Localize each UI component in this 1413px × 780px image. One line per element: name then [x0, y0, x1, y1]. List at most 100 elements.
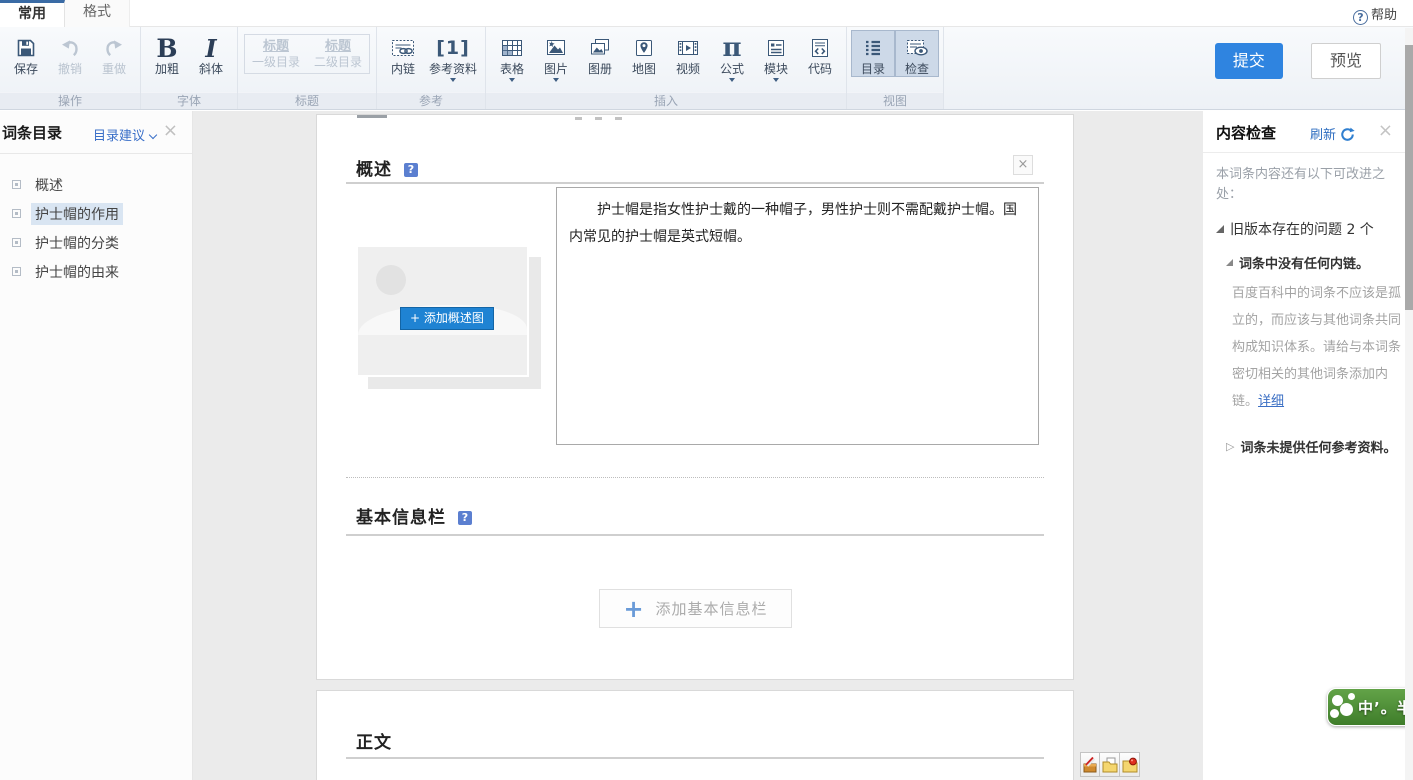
insert-image-button[interactable]: 图片 [534, 30, 578, 83]
video-icon [675, 34, 701, 62]
checker-issue-no-reference[interactable]: ▷ 词条未提供任何参考资料。 [1226, 437, 1399, 456]
toolbox-icon[interactable] [1080, 752, 1100, 777]
check-toggle-button[interactable]: 检查 [895, 30, 939, 77]
ribbon-group-label: 操作 [0, 92, 140, 109]
ime-status-badge[interactable]: 中’。半 简 [1327, 688, 1413, 726]
add-overview-image-button[interactable]: + 添加概述图 [400, 307, 494, 330]
help-icon: ? [1353, 10, 1368, 25]
ribbon-tabbar: 常用 格式 ?帮助 [0, 0, 1413, 27]
section-divider [346, 182, 1044, 184]
flower-icon [1340, 703, 1353, 716]
submit-button[interactable]: 提交 [1215, 43, 1283, 79]
preview-button[interactable]: 预览 [1311, 43, 1381, 79]
inlink-icon [390, 34, 416, 62]
plus-icon: + [623, 597, 643, 621]
check-icon [904, 34, 930, 62]
redo-icon [102, 34, 126, 62]
italic-button[interactable]: I 斜体 [189, 30, 233, 77]
ribbon-group-label: 插入 [486, 92, 846, 109]
dropdown-caret-icon [450, 78, 456, 82]
undo-button[interactable]: 撤销 [48, 30, 92, 77]
checker-body: 本词条内容还有以下可改进之处： 旧版本存在的问题 2 个 词条中没有任何内链。 … [1203, 153, 1413, 456]
entry-toc-sidebar: 词条目录 目录建议 × 概述 护士帽的作用 护士帽的分类 [0, 111, 193, 780]
formula-icon: π [723, 34, 742, 62]
ribbon-group-label: 视图 [847, 92, 943, 109]
toc-suggest-dropdown[interactable]: 目录建议 [93, 125, 156, 144]
folder-alert-icon[interactable] [1120, 752, 1140, 777]
collapsed-triangle-icon: ▷ [1226, 440, 1234, 453]
clipped-content-fragment [357, 115, 387, 118]
reference-button[interactable]: [1] 参考资料 [425, 30, 481, 83]
sidebar-close-icon[interactable]: × [163, 120, 178, 141]
dropdown-caret-icon [729, 78, 735, 82]
section-divider [346, 534, 1044, 536]
reference-icon: [1] [436, 34, 470, 62]
save-button[interactable]: 保存 [4, 30, 48, 77]
tab-common[interactable]: 常用 [0, 0, 65, 27]
overview-text-input[interactable]: 护士帽是指女性护士戴的一种帽子，男性护士则不需配戴护士帽。国内常见的护士帽是英式… [556, 187, 1039, 445]
checker-intro: 本词条内容还有以下可改进之处： [1216, 165, 1399, 205]
checker-group-old-version[interactable]: 旧版本存在的问题 2 个 [1216, 219, 1399, 239]
insert-module-button[interactable]: 模块 [754, 30, 798, 83]
image-icon [544, 34, 568, 62]
insert-table-button[interactable]: 表格 [490, 30, 534, 83]
expanded-triangle-icon [1216, 225, 1224, 233]
insert-formula-button[interactable]: π 公式 [710, 30, 754, 83]
module-icon [764, 34, 788, 62]
sidebar-item-overview[interactable]: 概述 [0, 170, 192, 199]
checker-issue-no-inlink[interactable]: 词条中没有任何内链。 [1226, 253, 1399, 272]
ribbon-group-label: 字体 [141, 92, 237, 109]
detail-link[interactable]: 详细 [1258, 394, 1284, 409]
scrollbar-thumb[interactable] [1405, 45, 1413, 310]
chevron-down-icon [149, 131, 157, 139]
square-bullet-icon [12, 238, 21, 247]
help-link[interactable]: ?帮助 [1353, 4, 1397, 25]
insert-map-button[interactable]: 地图 [622, 30, 666, 77]
body-panel: 正文 [316, 690, 1074, 780]
heading1-button[interactable]: 标题 一级目录 [245, 35, 307, 73]
bold-button[interactable]: B 加粗 [145, 30, 189, 77]
redo-button[interactable]: 重做 [92, 30, 136, 77]
overview-close-icon[interactable]: × [1013, 155, 1033, 175]
map-icon [632, 34, 656, 62]
folder-documents-icon[interactable] [1100, 752, 1120, 777]
insert-album-button[interactable]: 图册 [578, 30, 622, 77]
ribbon-group-reference: 内链 [1] 参考资料 参考 [377, 27, 486, 109]
sidebar-item-usage[interactable]: 护士帽的作用 [0, 199, 192, 228]
vertical-scrollbar[interactable] [1405, 28, 1413, 780]
heading2-button[interactable]: 标题 二级目录 [307, 35, 369, 73]
refresh-icon [1340, 127, 1355, 142]
refresh-button[interactable]: 刷新 [1310, 124, 1355, 143]
square-bullet-icon [12, 209, 21, 218]
square-bullet-icon [12, 267, 21, 276]
sidebar-title: 词条目录 [2, 122, 62, 143]
inlink-button[interactable]: 内链 [381, 30, 425, 77]
dropdown-caret-icon [509, 78, 515, 82]
tab-format[interactable]: 格式 [65, 0, 130, 27]
ime-tray [1080, 752, 1140, 777]
ribbon-group-label: 标题 [238, 92, 376, 109]
section-divider [346, 757, 1044, 759]
insert-code-button[interactable]: 代码 [798, 30, 842, 77]
insert-video-button[interactable]: 视频 [666, 30, 710, 77]
toc-toggle-button[interactable]: 目录 [851, 30, 895, 77]
basic-info-help-icon[interactable]: ? [458, 511, 472, 525]
placeholder-circle [376, 265, 406, 295]
undo-icon [58, 34, 82, 62]
bold-icon: B [156, 34, 177, 62]
editor-window: 常用 格式 ?帮助 保存 撤销 [0, 0, 1413, 780]
clipped-content-fragment [615, 117, 622, 120]
table-icon [500, 34, 524, 62]
overview-help-icon[interactable]: ? [404, 163, 418, 177]
ribbon-group-insert: 表格 图片 图册 [486, 27, 847, 109]
overview-image-placeholder: + 添加概述图 [356, 245, 541, 389]
overview-text: 护士帽是指女性护士戴的一种帽子，男性护士则不需配戴护士帽。国内常见的护士帽是英式… [569, 197, 1026, 251]
italic-icon: I [205, 34, 216, 62]
add-basic-info-button[interactable]: + 添加基本信息栏 [599, 589, 792, 628]
ribbon-group-heading: 标题 一级目录 标题 二级目录 标题 [238, 27, 377, 109]
toc-icon [861, 34, 885, 62]
ribbon: 保存 撤销 重做 操作 [0, 27, 1413, 110]
sidebar-item-category[interactable]: 护士帽的分类 [0, 228, 192, 257]
checker-close-icon[interactable]: × [1378, 120, 1393, 141]
sidebar-item-origin[interactable]: 护士帽的由来 [0, 257, 192, 286]
